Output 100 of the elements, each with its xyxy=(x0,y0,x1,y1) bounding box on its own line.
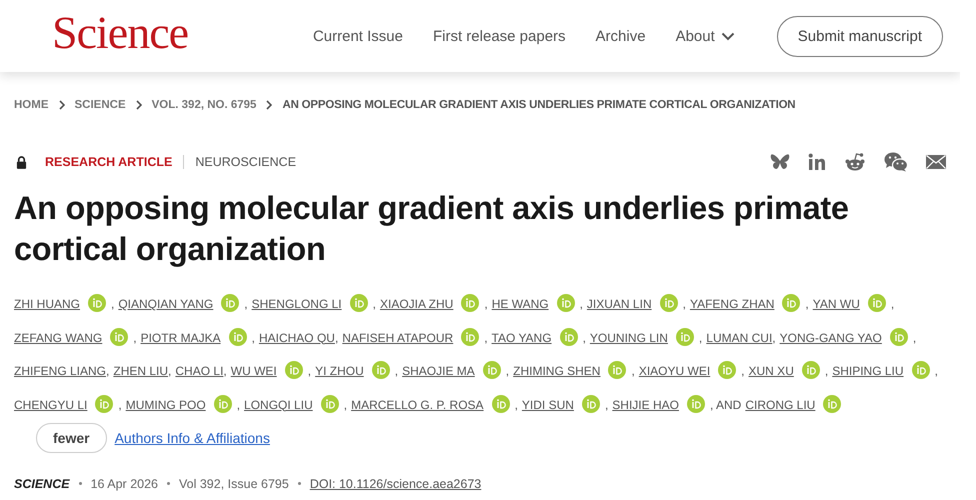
fewer-button[interactable]: fewer xyxy=(36,423,107,453)
orcid-icon[interactable] xyxy=(802,361,820,379)
author-link[interactable]: ZHI HUANG xyxy=(14,297,80,311)
orcid-icon[interactable] xyxy=(228,328,247,346)
science-logo[interactable]: Science xyxy=(52,10,188,56)
chat-bubbles-icon[interactable] xyxy=(884,152,908,172)
orcid-icon[interactable] xyxy=(372,361,390,379)
author-link[interactable]: HAICHAO QU xyxy=(258,330,335,344)
orcid-icon[interactable] xyxy=(88,294,106,312)
author-link[interactable]: SHIJIE HAO xyxy=(612,398,679,412)
author-link[interactable]: XIAOJIA ZHU xyxy=(380,297,454,311)
author-separator: , xyxy=(741,364,745,378)
author-separator: , xyxy=(682,297,686,311)
author-separator: , xyxy=(118,398,122,412)
author-separator: , xyxy=(580,297,583,311)
orcid-icon[interactable] xyxy=(608,361,626,379)
chevron-right-icon xyxy=(136,100,142,110)
author-link[interactable]: YAFENG ZHAN xyxy=(690,297,774,311)
author-separator: , xyxy=(514,398,518,412)
orcid-icon[interactable] xyxy=(110,328,128,346)
author-link[interactable]: YOUNING LIN xyxy=(590,330,668,344)
submit-manuscript-button[interactable]: Submit manuscript xyxy=(776,16,943,56)
author-link[interactable]: QIANQIAN YANG xyxy=(118,297,214,311)
orcid-icon[interactable] xyxy=(782,294,800,312)
breadcrumb-link[interactable]: SCIENCE xyxy=(74,99,126,111)
author-separator: , xyxy=(912,330,916,344)
author-link[interactable]: JIXUAN LIN xyxy=(586,297,652,311)
author-link[interactable]: WU WEI xyxy=(230,364,277,378)
linkedin-icon[interactable] xyxy=(808,153,826,171)
orcid-icon[interactable] xyxy=(320,394,339,412)
breadcrumb-link[interactable]: HOME xyxy=(14,99,48,111)
volume-issue: Vol 392, Issue 6795 xyxy=(179,476,289,490)
envelope-icon[interactable] xyxy=(926,155,946,169)
author-link[interactable]: LONGQI LIU xyxy=(244,398,313,412)
orcid-icon[interactable] xyxy=(350,294,368,312)
orcid-icon[interactable] xyxy=(823,394,842,412)
orcid-icon[interactable] xyxy=(686,394,705,412)
orcid-icon[interactable] xyxy=(214,394,232,412)
nav-link[interactable]: Archive xyxy=(596,28,646,44)
orcid-icon[interactable] xyxy=(461,294,480,312)
chevron-right-icon xyxy=(58,100,64,110)
author-link[interactable]: PIOTR MAJKA xyxy=(140,330,221,344)
orcid-icon[interactable] xyxy=(461,328,480,346)
author-link[interactable]: NAFISEH ATAPOUR xyxy=(342,330,454,344)
orcid-icon[interactable] xyxy=(718,361,736,379)
author-link[interactable]: LUMAN CUI xyxy=(706,330,772,344)
author-link[interactable]: ZHEN LIU xyxy=(113,364,168,378)
author-link[interactable]: XUN XU xyxy=(748,364,794,378)
orcid-icon[interactable] xyxy=(221,294,240,312)
authors-info-link[interactable]: Authors Info & Affiliations xyxy=(114,430,270,446)
subject-label: NEUROSCIENCE xyxy=(194,155,296,169)
orcid-icon[interactable] xyxy=(560,328,578,346)
author-separator: , xyxy=(506,364,510,378)
article-title: An opposing molecular gradient axis underlies primate cortical organization xyxy=(14,189,850,269)
author-separator: , xyxy=(334,330,338,344)
breadcrumb-link[interactable]: VOL. 392, NO. 6795 xyxy=(152,99,256,111)
author-link[interactable]: XIAOYU WEI xyxy=(638,364,710,378)
author-link[interactable]: SHIPING LIU xyxy=(832,364,904,378)
author-link[interactable]: TAO YANG xyxy=(492,330,552,344)
author-link[interactable]: CHAO LI xyxy=(175,364,224,378)
author-link[interactable]: SHAOJIE MA xyxy=(402,364,475,378)
orcid-icon[interactable] xyxy=(556,294,575,312)
orcid-icon[interactable] xyxy=(660,294,678,312)
orcid-icon[interactable] xyxy=(482,361,501,379)
author-link[interactable]: ZHIFENG LIANG xyxy=(14,364,106,378)
author-link[interactable]: CHENGYU LI xyxy=(14,398,88,412)
nav-link[interactable]: First release papers xyxy=(432,28,566,44)
nav-link[interactable]: About xyxy=(676,28,735,44)
author-link[interactable]: ZEFANG WANG xyxy=(14,330,102,344)
author-link[interactable]: YIDI SUN xyxy=(522,398,574,412)
butterfly-icon[interactable] xyxy=(770,153,790,171)
orcid-icon[interactable] xyxy=(890,328,908,346)
orcid-icon[interactable] xyxy=(95,394,114,412)
author-link[interactable]: MARCELLO G. P. ROSA xyxy=(351,398,484,412)
orcid-icon[interactable] xyxy=(912,361,930,379)
author-separator: , xyxy=(106,364,110,378)
author-separator: , xyxy=(244,297,248,311)
nav-link[interactable]: Current Issue xyxy=(312,28,403,44)
chevron-down-icon xyxy=(720,32,735,40)
author-link[interactable]: ZHIMING SHEN xyxy=(513,364,600,378)
author-separator: , xyxy=(372,297,376,311)
author-link[interactable]: MUMING POO xyxy=(126,398,206,412)
author-separator: , xyxy=(824,364,828,378)
orcid-icon[interactable] xyxy=(676,328,694,346)
reddit-icon[interactable] xyxy=(844,152,866,172)
author-separator: , xyxy=(223,364,227,378)
author-link[interactable]: YAN WU xyxy=(812,297,860,311)
author-separator: , xyxy=(111,297,114,311)
doi-link[interactable]: DOI: 10.1126/science.aea2673 xyxy=(310,476,482,490)
orcid-icon[interactable] xyxy=(492,394,510,412)
breadcrumb-link[interactable]: AN OPPOSING MOLECULAR GRADIENT AXIS UNDERLIES PRIMATE CORTICAL ORGANIZATION xyxy=(282,99,796,111)
orcid-icon[interactable] xyxy=(868,294,886,312)
lock-icon xyxy=(16,156,27,168)
orcid-icon[interactable] xyxy=(582,394,600,412)
author-link[interactable]: HE WANG xyxy=(492,297,549,311)
author-link[interactable]: YI ZHOU xyxy=(315,364,364,378)
author-link[interactable]: YONG-GANG YAO xyxy=(780,330,882,344)
author-link[interactable]: CIRONG LIU xyxy=(745,398,816,412)
orcid-icon[interactable] xyxy=(284,361,303,379)
author-link[interactable]: SHENGLONG LI xyxy=(252,297,342,311)
